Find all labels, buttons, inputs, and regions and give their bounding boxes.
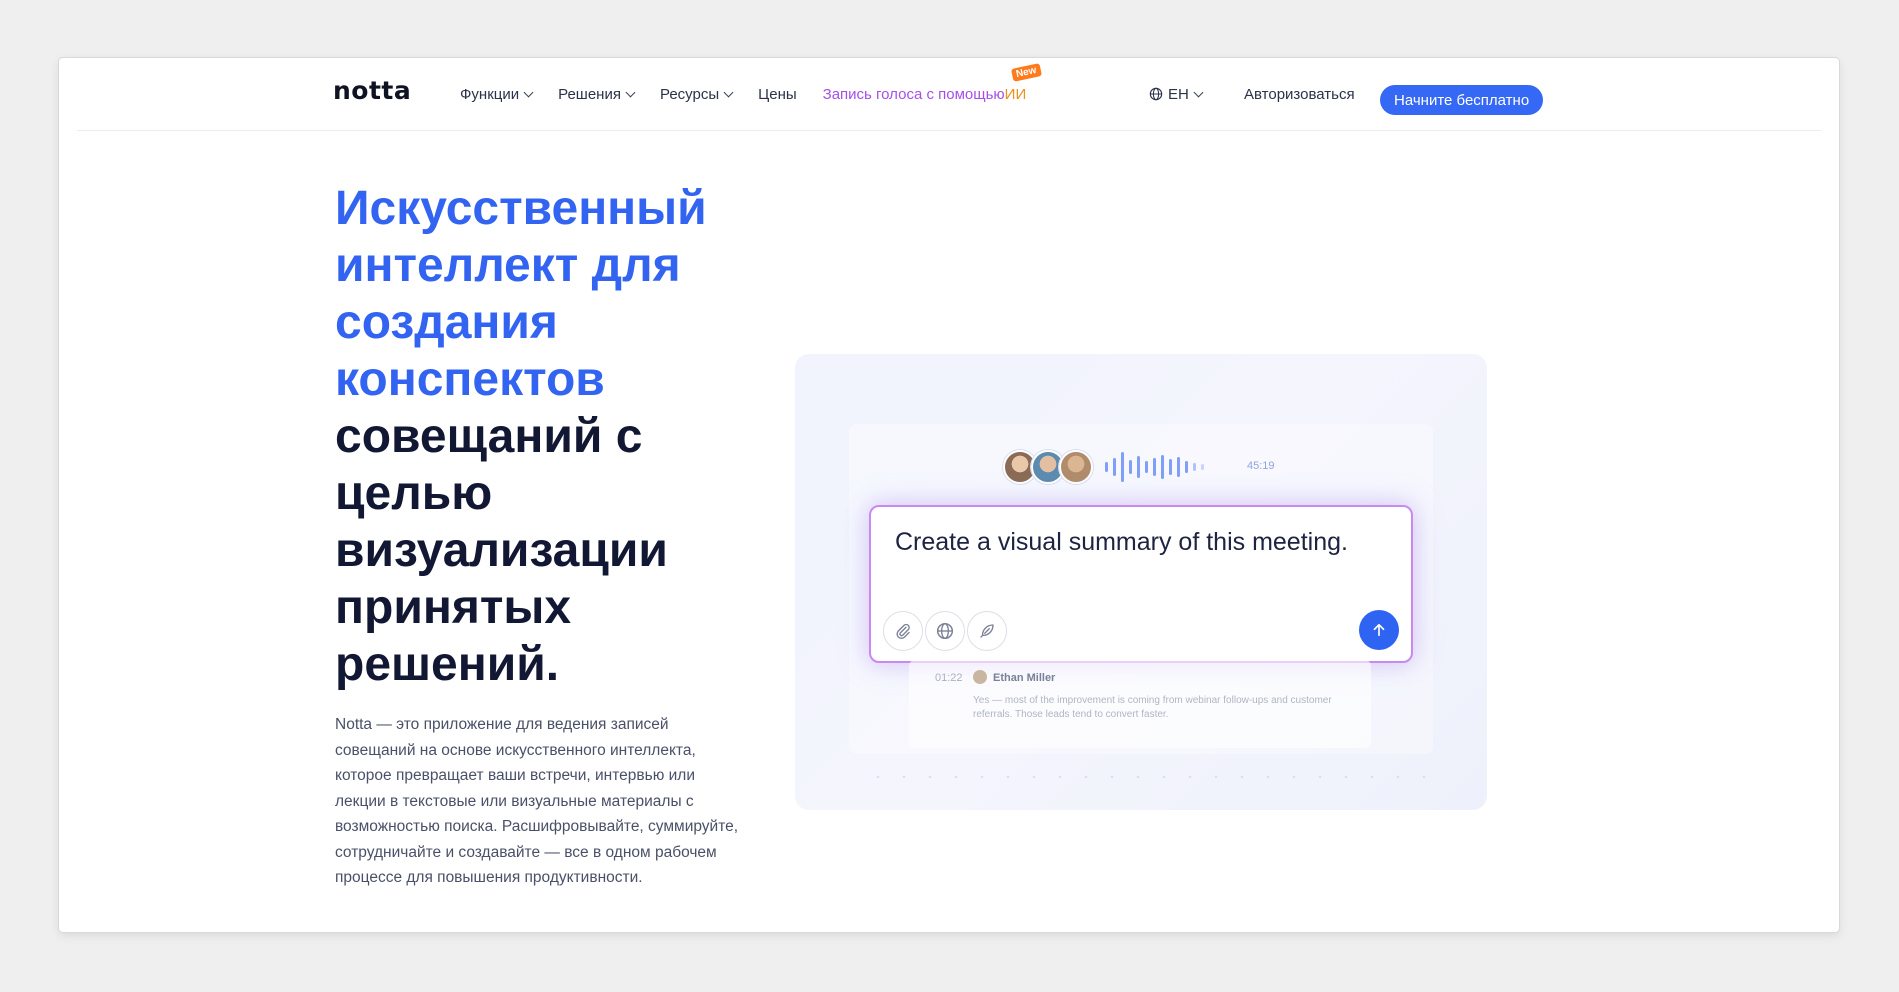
send-button[interactable]: [1359, 610, 1399, 650]
ai-prompt-box[interactable]: Create a visual summary of this meeting.: [869, 505, 1413, 663]
hero-title-line: целью: [335, 467, 493, 520]
speaker-avatar: [973, 670, 987, 684]
nav-solutions[interactable]: Решения: [558, 85, 636, 103]
nav-resources[interactable]: Ресурсы: [659, 85, 734, 103]
decorative-dots: [865, 776, 1427, 778]
arrow-up-icon: [1373, 623, 1385, 637]
nav-solutions-label: Решения: [558, 85, 621, 103]
browser-window: notta Функции Решения Ресурсы Цены Запис…: [59, 58, 1839, 932]
nav-functions[interactable]: Функции: [460, 85, 534, 103]
nav-ai-voice-recorder[interactable]: Запись голоса с помощью ИИ New: [822, 62, 1042, 103]
nav-pricing-label: Цены: [758, 85, 797, 103]
transcript-time: 01:22: [935, 672, 963, 684]
attach-button[interactable]: [883, 611, 923, 651]
hero-title-line: совещаний с: [335, 410, 643, 463]
product-visual: 45:19 Create a visual summary of this me…: [795, 354, 1487, 810]
prompt-text[interactable]: Create a visual summary of this meeting.: [895, 528, 1348, 557]
hero-title-line: визуализации: [335, 524, 668, 577]
hero-title-line: интеллект для: [335, 239, 681, 292]
avatar: [1059, 450, 1093, 484]
chevron-down-icon: [723, 87, 734, 97]
hero-title-line: создания: [335, 296, 558, 349]
notta-logo[interactable]: notta: [333, 76, 411, 105]
globe-icon: [936, 622, 954, 640]
recording-duration: 45:19: [1247, 460, 1275, 472]
nav-promo-ai: ИИ: [1004, 85, 1027, 103]
language-selector[interactable]: EH: [1149, 58, 1204, 130]
nav-promo-label: Запись голоса с помощью: [822, 85, 1005, 103]
chevron-down-icon: [523, 87, 534, 97]
language-label: EH: [1168, 85, 1189, 103]
globe-icon: [1149, 87, 1163, 101]
hero-description: Notta — это приложение для ведения запис…: [335, 716, 739, 886]
speaker-name: Ethan Miller: [993, 672, 1056, 684]
main-nav: Функции Решения Ресурсы Цены Запись голо…: [460, 58, 1052, 130]
chevron-down-icon: [625, 87, 636, 97]
hero-title-line: Искусственный: [335, 182, 707, 235]
web-search-button[interactable]: [925, 611, 965, 651]
chevron-down-icon: [1193, 87, 1204, 97]
login-link[interactable]: Авторизоваться: [1244, 58, 1355, 130]
participant-avatars: [1003, 450, 1093, 484]
feather-icon: [980, 624, 994, 638]
start-free-button[interactable]: Начните бесплатно: [1380, 85, 1544, 115]
hero-title-line: конспектов: [335, 353, 605, 406]
nav-functions-label: Функции: [460, 85, 520, 103]
hero-title-line: решений.: [335, 638, 560, 691]
style-button[interactable]: [967, 611, 1007, 651]
nav-pricing[interactable]: Цены: [758, 86, 797, 103]
hero-title-dark: совещаний с целью визуализации принятых …: [335, 410, 668, 691]
paperclip-icon: [896, 623, 910, 640]
audio-waveform: [1105, 450, 1209, 484]
new-badge: New: [1010, 62, 1042, 82]
nav-resources-label: Ресурсы: [659, 85, 720, 103]
hero-title-accent: Искусственный интеллект для создания кон…: [335, 182, 707, 406]
site-header: notta Функции Решения Ресурсы Цены Запис…: [77, 58, 1821, 131]
transcript-snippet: 01:22 Ethan Miller Yes — most of the imp…: [909, 660, 1371, 748]
transcript-text: Yes — most of the improvement is coming …: [973, 695, 1332, 720]
hero-title: Искусственный интеллект для создания кон…: [335, 180, 755, 693]
hero-title-line: принятых: [335, 581, 572, 634]
